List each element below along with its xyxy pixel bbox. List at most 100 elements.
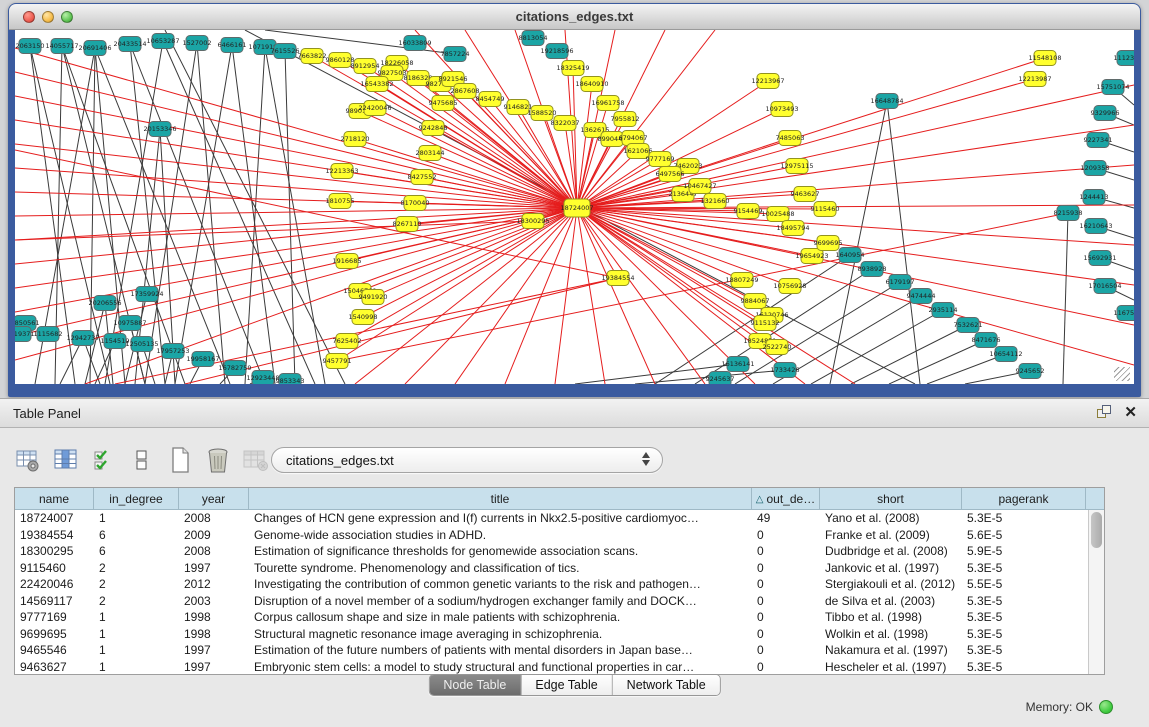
tab-edge-table[interactable]: Edge Table [521, 675, 612, 695]
graph-edge [577, 208, 1134, 245]
table-row[interactable]: 1872400712008Changes of HCN gene express… [15, 510, 1104, 527]
graph-node-label: 19958167 [186, 355, 219, 363]
column-header-in_degree[interactable]: in_degree [94, 488, 179, 510]
scrollbar-thumb[interactable] [1091, 512, 1102, 548]
graph-node-label: 17016504 [1088, 282, 1121, 290]
graph-edge [577, 58, 1045, 208]
graph-node-label: 8471676 [972, 336, 1001, 344]
close-panel-icon[interactable]: ✕ [1124, 405, 1137, 420]
graph-node-label: 8170040 [401, 199, 430, 207]
column-header-pagerank[interactable]: pagerank [962, 488, 1086, 510]
graph-node-label: 11548108 [1028, 54, 1061, 62]
graph-edge [577, 205, 1134, 208]
table-row[interactable]: 2242004622012Investigating the contribut… [15, 576, 1104, 593]
row-height-button[interactable] [128, 446, 156, 474]
column-header-year[interactable]: year [179, 488, 249, 510]
table-row[interactable]: 946554611997Estimation of the future num… [15, 642, 1104, 659]
graph-edge [887, 101, 920, 384]
column-header-title[interactable]: title [249, 488, 752, 510]
graph-node-label: 10654112 [989, 350, 1022, 358]
table-cell: 18300295 [15, 543, 94, 560]
graph-node-label: 20206556 [88, 299, 121, 307]
table-cell: 0 [752, 576, 820, 593]
show-column-button[interactable] [52, 446, 80, 474]
graph-node-label: 18495794 [776, 224, 809, 232]
network-window-title: citations_edges.txt [9, 9, 1140, 24]
table-cell: Tibbo et al. (1998) [820, 609, 962, 626]
graph-node-label: 9329966 [1091, 109, 1120, 117]
table-cell: 1 [94, 510, 179, 527]
status-bar: Memory: OK [1026, 700, 1113, 714]
column-header-label: name [39, 492, 69, 506]
graph-node-label: 9853343 [276, 377, 305, 384]
graph-edge [577, 208, 1134, 365]
table-row[interactable]: 1938455462009Genome-wide association stu… [15, 527, 1104, 544]
graph-node-label: 16543382 [360, 80, 393, 88]
graph-node-label: 12505135 [125, 340, 158, 348]
graph-node-label: 7955812 [611, 115, 640, 123]
table-row[interactable]: 1456911722003Disruption of a novel membe… [15, 593, 1104, 610]
table-cell: 2008 [179, 543, 249, 560]
column-header-out_de[interactable]: △out_de… [752, 488, 820, 510]
table-cell: 1997 [179, 560, 249, 577]
table-selector-dropdown[interactable]: citations_edges.txt [271, 447, 663, 473]
graph-node-label: 2803144 [416, 149, 445, 157]
select-columns-button[interactable] [90, 446, 118, 474]
graph-node-label: 19218596 [540, 47, 573, 55]
table-cell: 5.3E-5 [962, 626, 1086, 643]
column-header-short[interactable]: short [820, 488, 962, 510]
table-cell: 1 [94, 609, 179, 626]
graph-node-label: 12942737 [66, 334, 99, 342]
network-graph-svg: 2063150140557172069140620433514106532871… [15, 30, 1134, 384]
graph-node-label: 8454749 [476, 95, 505, 103]
table-cell: 5.6E-5 [962, 527, 1086, 544]
graph-edge [577, 208, 855, 384]
table-cell: 1 [94, 642, 179, 659]
table-cell: Genome-wide association studies in ADHD. [249, 527, 752, 544]
column-header-name[interactable]: name [15, 488, 94, 510]
graph-edge [433, 128, 577, 208]
graph-node-label: 16210643 [1079, 222, 1112, 230]
table-cell: 1997 [179, 659, 249, 676]
delete-table-button [242, 446, 270, 474]
table-row[interactable]: 1830029562008Estimation of significance … [15, 543, 1104, 560]
graph-node-label: 6466161 [218, 41, 247, 49]
graph-node-label: 18724007 [560, 204, 593, 212]
graph-node-label: 9699695 [814, 239, 843, 247]
table-row[interactable]: 911546021997Tourette syndrome. Phenomeno… [15, 560, 1104, 577]
memory-ok-indicator-icon[interactable] [1099, 700, 1113, 714]
graph-node-label: 16782759 [218, 364, 251, 372]
table-vertical-scrollbar[interactable] [1088, 510, 1104, 674]
graph-node-label: 18640910 [575, 80, 608, 88]
node-table: name in_degree year title△out_de…shortpager… [14, 487, 1105, 675]
create-column-button[interactable] [166, 446, 194, 474]
table-row[interactable]: 946362711997Embryonic stem cells: a mode… [15, 659, 1104, 676]
table-row[interactable]: 969969511998Structural magnetic resonanc… [15, 626, 1104, 643]
column-header-label: year [202, 492, 225, 506]
dropdown-stepper-icon [642, 452, 650, 466]
network-window-titlebar[interactable]: citations_edges.txt [9, 4, 1140, 30]
table-mode-button[interactable] [14, 446, 42, 474]
graph-node-label: 10653287 [146, 37, 179, 45]
graph-edge [105, 41, 163, 384]
table-cell: 1997 [179, 642, 249, 659]
tab-node-table[interactable]: Node Table [429, 675, 521, 695]
delete-column-button[interactable] [204, 446, 232, 474]
network-canvas[interactable]: 2063150140557172069140620433514106532871… [15, 30, 1134, 384]
graph-node-label: 19384554 [601, 274, 634, 282]
tab-network-table[interactable]: Network Table [613, 675, 720, 695]
table-cell: 9699695 [15, 626, 94, 643]
table-cell: 0 [752, 642, 820, 659]
table-cell: 2012 [179, 576, 249, 593]
table-row[interactable]: 977716911998Corpus callosum shape and si… [15, 609, 1104, 626]
table-cell: 5.3E-5 [962, 593, 1086, 610]
graph-node-label: 1733426 [771, 366, 800, 374]
table-type-tabs: Node TableEdge TableNetwork Table [428, 674, 720, 696]
table-cell: 2 [94, 576, 179, 593]
graph-node-label: 1588520 [528, 109, 557, 117]
float-panel-icon[interactable] [1097, 405, 1112, 420]
table-column-icon [55, 450, 76, 468]
graph-edge [360, 111, 577, 208]
canvas-resize-grip-icon[interactable] [1114, 367, 1130, 381]
graph-node-label: 9474444 [907, 292, 936, 300]
